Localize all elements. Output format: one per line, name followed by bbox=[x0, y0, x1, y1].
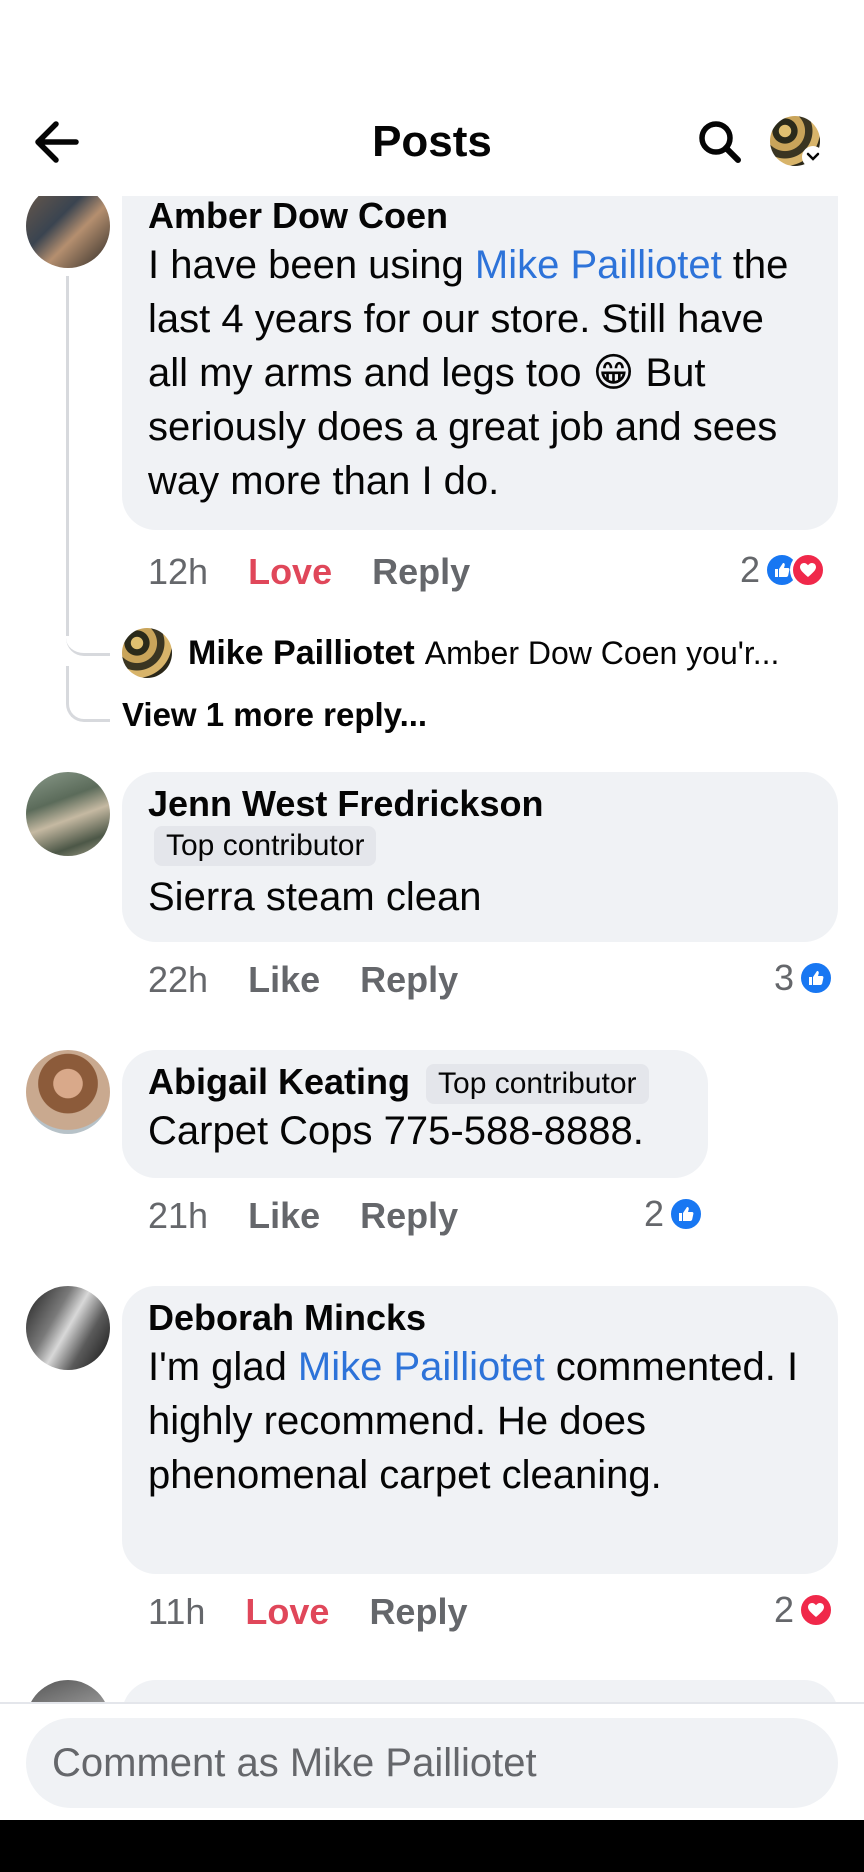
comment-bubble[interactable]: Abigail Keating Top contributor Carpet C… bbox=[122, 1050, 708, 1178]
search-button[interactable] bbox=[692, 114, 748, 170]
mention-link[interactable]: Mike Pailliotet bbox=[298, 1345, 545, 1389]
like-button[interactable]: Like bbox=[248, 959, 320, 1001]
system-navigation-bar bbox=[0, 1820, 864, 1872]
reaction-count: 3 bbox=[774, 957, 795, 998]
comment-text: I'm glad Mike Pailliotet commented. I hi… bbox=[148, 1345, 799, 1497]
love-button[interactable]: Love bbox=[248, 551, 332, 593]
comment-author-name[interactable]: Abigail Keating bbox=[148, 1061, 410, 1102]
comment-composer bbox=[0, 1702, 864, 1820]
comments-feed[interactable]: Amber Dow Coen I have been using Mike Pa… bbox=[0, 196, 864, 1702]
chevron-down-icon bbox=[802, 146, 824, 168]
comment-bubble[interactable]: Jenn West Fredrickson Top contributor Si… bbox=[122, 772, 838, 942]
reaction-count: 2 bbox=[774, 1589, 795, 1630]
reply-button[interactable]: Reply bbox=[360, 1195, 458, 1237]
avatar[interactable] bbox=[26, 1680, 110, 1702]
reaction-summary[interactable]: 2 bbox=[740, 546, 827, 594]
comment-timestamp[interactable]: 12h bbox=[148, 551, 208, 593]
reaction-count: 2 bbox=[644, 1193, 665, 1234]
profile-menu-button[interactable] bbox=[770, 116, 824, 170]
reaction-summary[interactable]: 2 bbox=[774, 1586, 835, 1634]
mention-link[interactable]: Mike Pailliotet bbox=[475, 243, 722, 287]
comment-bubble[interactable] bbox=[122, 1680, 838, 1702]
comment-text: Sierra steam clean bbox=[148, 875, 482, 919]
reply-preview: Amber Dow Coen you'r... bbox=[424, 634, 780, 671]
heart-reaction-icon bbox=[790, 552, 827, 588]
comment-author[interactable]: Jenn West Fredrickson bbox=[148, 782, 812, 826]
reaction-count: 2 bbox=[740, 549, 761, 590]
avatar bbox=[122, 628, 172, 678]
comment-author[interactable]: Deborah Mincks bbox=[148, 1296, 812, 1340]
comment-actions: 21h Like Reply bbox=[148, 1192, 458, 1240]
search-icon bbox=[699, 121, 741, 163]
comment-text: Carpet Cops 775-588-8888. bbox=[148, 1109, 644, 1154]
comment-actions: 12h Love Reply bbox=[148, 548, 470, 596]
thread-connector bbox=[66, 666, 110, 722]
top-contributor-badge[interactable]: Top contributor bbox=[154, 826, 377, 866]
top-contributor-badge[interactable]: Top contributor bbox=[426, 1064, 649, 1105]
avatar[interactable] bbox=[26, 772, 110, 856]
reaction-summary[interactable]: 2 bbox=[644, 1190, 705, 1238]
comment-actions: 22h Like Reply bbox=[148, 956, 458, 1004]
reply-button[interactable]: Reply bbox=[369, 1591, 467, 1633]
comment-bubble[interactable]: Amber Dow Coen I have been using Mike Pa… bbox=[122, 196, 838, 530]
avatar[interactable] bbox=[26, 196, 110, 268]
love-button[interactable]: Love bbox=[245, 1591, 329, 1633]
comment-actions: 11h Love Reply bbox=[148, 1588, 467, 1636]
comment-bubble[interactable]: Deborah Mincks I'm glad Mike Pailliotet … bbox=[122, 1286, 838, 1574]
thread-connector bbox=[66, 626, 110, 656]
like-reaction-icon bbox=[798, 960, 835, 996]
like-button[interactable]: Like bbox=[248, 1195, 320, 1237]
avatar[interactable] bbox=[26, 1050, 110, 1134]
heart-reaction-icon bbox=[798, 1592, 835, 1628]
comment-author[interactable]: Amber Dow Coen bbox=[148, 196, 812, 238]
avatar[interactable] bbox=[26, 1286, 110, 1370]
comment-timestamp[interactable]: 11h bbox=[148, 1591, 205, 1633]
comment-author: Abigail Keating Top contributor bbox=[148, 1060, 682, 1105]
like-reaction-icon bbox=[668, 1196, 705, 1232]
reply-button[interactable]: Reply bbox=[372, 551, 470, 593]
reply-author[interactable]: Mike Pailliotet bbox=[188, 634, 415, 673]
reply-item[interactable]: Mike Pailliotet Amber Dow Coen you'r... bbox=[122, 628, 838, 678]
view-more-replies-link[interactable]: View 1 more reply... bbox=[122, 696, 427, 734]
comment-timestamp[interactable]: 22h bbox=[148, 959, 208, 1001]
top-bar: Posts bbox=[0, 100, 864, 184]
thread-line bbox=[66, 276, 69, 636]
reply-button[interactable]: Reply bbox=[360, 959, 458, 1001]
comment-text: I have been using Mike Pailliotet the la… bbox=[148, 243, 789, 503]
reaction-summary[interactable]: 3 bbox=[774, 954, 835, 1002]
comment-input[interactable] bbox=[26, 1718, 838, 1808]
comment-timestamp[interactable]: 21h bbox=[148, 1195, 208, 1237]
